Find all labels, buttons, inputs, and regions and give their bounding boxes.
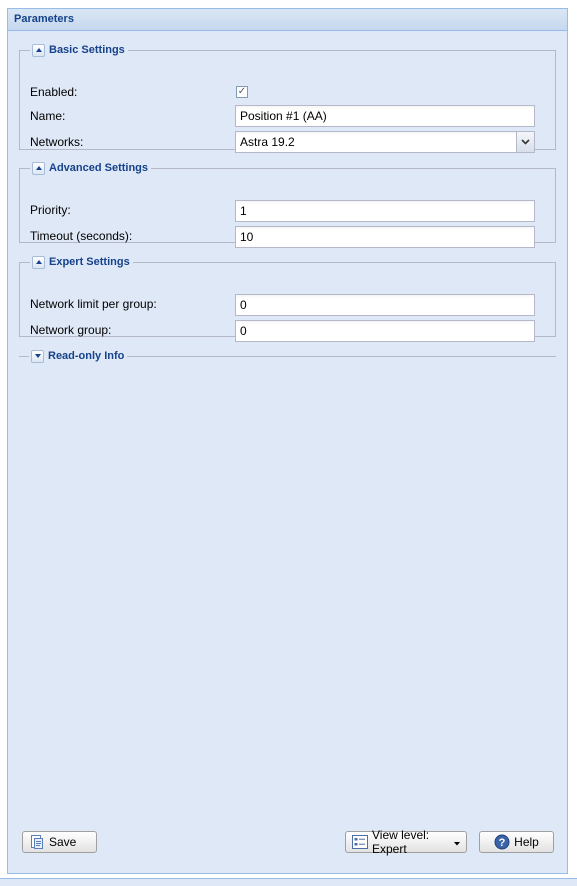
expand-readonly-info-toggle[interactable]: [31, 349, 44, 363]
divider: [127, 355, 556, 357]
enabled-label: Enabled:: [30, 85, 78, 99]
readonly-info-title: Read-only Info: [48, 350, 125, 362]
chevron-up-icon: [35, 260, 42, 264]
save-button[interactable]: Save: [22, 831, 97, 853]
readonly-info-section: Read-only Info: [19, 349, 556, 363]
parameters-panel: Parameters Basic Settings Enabled: ✓ Nam…: [7, 8, 568, 874]
basic-settings-legend: Basic Settings: [30, 43, 128, 57]
chevron-up-icon: [35, 166, 42, 170]
timeout-label: Timeout (seconds):: [30, 229, 133, 243]
panel-header: Parameters: [8, 9, 567, 31]
priority-label: Priority:: [30, 203, 71, 217]
collapse-advanced-settings-toggle[interactable]: [32, 161, 45, 175]
networks-select-value: Astra 19.2: [240, 135, 295, 149]
save-icon: [29, 834, 45, 850]
timeout-input[interactable]: 10: [235, 226, 535, 248]
networks-label: Networks:: [30, 135, 84, 149]
advanced-settings-title: Advanced Settings: [49, 162, 149, 174]
collapse-basic-settings-toggle[interactable]: [32, 43, 45, 57]
expert-settings-title: Expert Settings: [49, 256, 130, 268]
networks-dropdown-trigger[interactable]: [516, 132, 534, 152]
view-level-icon: [352, 835, 368, 849]
chevron-down-icon: [34, 354, 41, 358]
expert-settings-fieldset: Expert Settings Network limit per group:…: [19, 255, 556, 342]
help-icon: ?: [494, 834, 510, 850]
collapse-expert-settings-toggle[interactable]: [32, 255, 45, 269]
view-level-button[interactable]: View level: Expert: [345, 828, 467, 856]
network-group-input[interactable]: 0: [235, 320, 535, 342]
advanced-settings-fieldset: Advanced Settings Priority: 1 Timeout (s…: [19, 161, 556, 248]
panel-title: Parameters: [14, 13, 74, 25]
svg-text:?: ?: [499, 837, 506, 849]
name-label: Name:: [30, 109, 66, 123]
name-input[interactable]: Position #1 (AA): [235, 105, 535, 127]
network-group-label: Network group:: [30, 323, 112, 337]
basic-settings-title: Basic Settings: [49, 44, 125, 56]
enabled-checkbox[interactable]: ✓: [236, 86, 248, 98]
network-limit-input[interactable]: 0: [235, 294, 535, 316]
chevron-down-icon: [521, 139, 530, 145]
caret-down-icon: [454, 835, 460, 849]
save-button-label: Save: [49, 835, 77, 849]
chevron-up-icon: [35, 48, 42, 52]
priority-input[interactable]: 1: [235, 200, 535, 222]
divider: [19, 355, 29, 357]
help-button[interactable]: ? Help: [479, 831, 554, 853]
network-limit-label: Network limit per group:: [30, 297, 157, 311]
expert-settings-legend: Expert Settings: [30, 255, 133, 269]
view-level-label: View level: Expert: [372, 828, 430, 856]
networks-select[interactable]: Astra 19.2: [235, 131, 535, 153]
basic-settings-fieldset: Basic Settings Enabled: ✓ Name: Position…: [19, 43, 556, 153]
advanced-settings-legend: Advanced Settings: [30, 161, 151, 175]
help-button-label: Help: [514, 835, 539, 849]
